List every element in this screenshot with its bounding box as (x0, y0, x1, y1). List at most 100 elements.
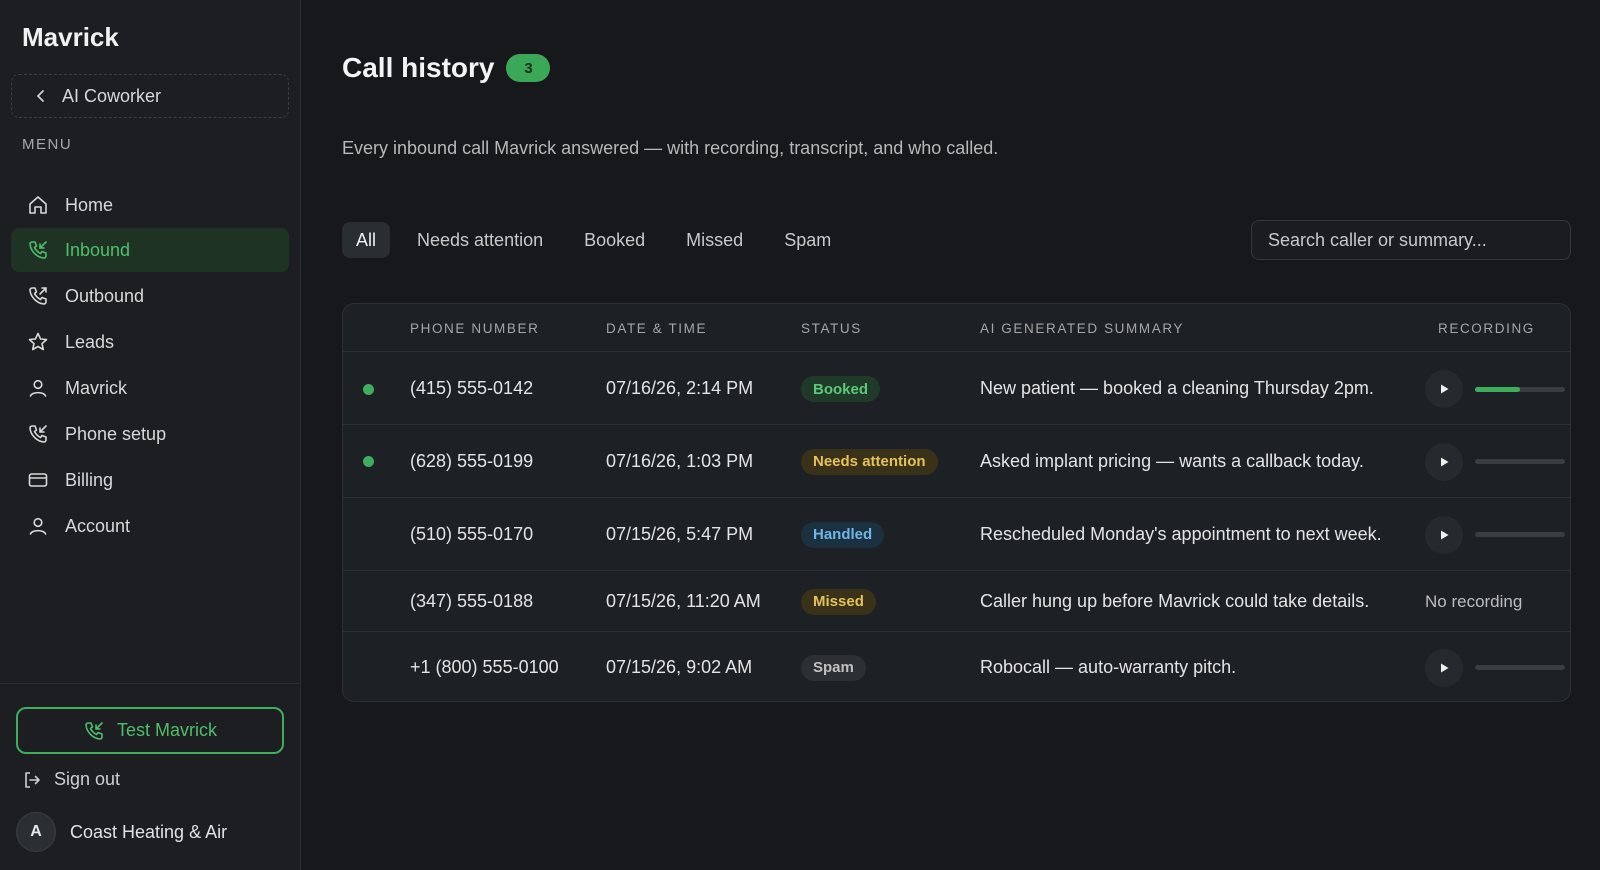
sidebar-item-inbound[interactable]: Inbound (11, 228, 289, 272)
table-row[interactable]: (628) 555-0199 07/16/26, 1:03 PM Needs att… (343, 425, 1570, 498)
call-datetime: 07/16/26, 1:03 PM (606, 450, 754, 471)
sidebar-item-label: Billing (65, 469, 114, 490)
brand-logo: Mavrick (22, 22, 119, 52)
phone-number: (510) 555-0170 (410, 523, 534, 544)
play-button[interactable] (1425, 515, 1463, 554)
page-title: Call history (342, 52, 495, 83)
tab-all[interactable]: All (342, 222, 391, 258)
sidebar-item-label: Account (65, 515, 131, 536)
test-mavrick-label: Test Mavrick (116, 720, 217, 740)
search-input[interactable] (1251, 220, 1571, 260)
sidebar-item-leads[interactable]: Leads (11, 320, 289, 364)
sidebar-item-label: Phone setup (65, 423, 167, 444)
play-button[interactable] (1425, 442, 1463, 481)
account-icon (29, 517, 47, 535)
ai-summary: New patient — booked a cleaning Thursday… (980, 378, 1374, 398)
sign-out-label: Sign out (54, 769, 121, 789)
recording-progress-bar[interactable] (1475, 459, 1565, 464)
phone-icon (85, 721, 103, 740)
sidebar-item-label: Outbound (65, 285, 145, 306)
sidebar-item-label: Inbound (65, 239, 131, 260)
recording-progress-fill (1475, 386, 1520, 392)
no-recording-label: No recording (1425, 591, 1523, 611)
tab-needs-attention[interactable]: Needs attention (403, 222, 557, 258)
sidebar-item-label: Mavrick (65, 377, 127, 398)
phone-outgoing-icon (29, 287, 47, 305)
phone-incoming-icon (29, 241, 47, 259)
count-badge: 3 (506, 54, 551, 82)
avatar: A (16, 812, 56, 852)
ai-summary: Rescheduled Monday's appointment to next… (980, 523, 1382, 544)
status-badge: Spam (801, 654, 866, 681)
sign-out-button[interactable]: Sign out (22, 769, 120, 790)
ai-summary: Caller hung up before Mavrick could take… (980, 590, 1370, 611)
account-switcher[interactable]: A Coast Heating & Air (16, 812, 227, 852)
sidebar-item-billing[interactable]: Billing (11, 458, 289, 502)
unread-indicator (363, 456, 374, 467)
phone-number: (347) 555-0188 (410, 590, 534, 611)
sidebar: Mavrick AI Coworker MENU Home Inbound Ou… (0, 0, 301, 870)
tab-missed[interactable]: Missed (672, 222, 757, 258)
recording-progress-bar[interactable] (1475, 665, 1565, 670)
phone-number: (628) 555-0199 (410, 450, 534, 471)
title-row: Call history 3 (342, 52, 551, 84)
phone-setup-icon (29, 425, 47, 443)
filter-tabs: All Needs attention Booked Missed Spam (342, 222, 858, 258)
sidebar-item-home[interactable]: Home (11, 183, 289, 227)
play-icon (1441, 457, 1449, 466)
credit-card-icon (28, 473, 48, 487)
back-to-ai-coworker-button[interactable]: AI Coworker (11, 74, 289, 118)
column-header-status: STATUS (801, 321, 862, 336)
main-content: Call history 3 Every inbound call Mavric… (302, 0, 1600, 870)
home-icon (29, 196, 47, 214)
call-datetime: 07/15/26, 5:47 PM (606, 523, 754, 544)
status-badge: Missed (801, 588, 876, 615)
call-history-table: PHONE NUMBER DATE & TIME STATUS AI GENER… (342, 303, 1571, 702)
call-datetime: 07/15/26, 11:20 AM (606, 590, 761, 611)
status-badge: Needs attention (801, 448, 938, 475)
column-header-phone: PHONE NUMBER (410, 321, 540, 336)
column-header-datetime: DATE & TIME (606, 321, 708, 336)
sidebar-item-phone-setup[interactable]: Phone setup (11, 412, 289, 456)
back-button-label: AI Coworker (62, 85, 162, 106)
sidebar-item-label: Leads (65, 331, 115, 352)
table-row[interactable]: (415) 555-0142 07/16/26, 2:14 PM Booked New… (343, 353, 1570, 425)
column-header-recording: RECORDING (1438, 321, 1535, 336)
sidebar-item-mavrick[interactable]: Mavrick (11, 366, 289, 410)
test-mavrick-button[interactable]: Test Mavrick (16, 707, 284, 754)
table-header: PHONE NUMBER DATE & TIME STATUS AI GENER… (343, 304, 1570, 352)
ai-summary: Asked implant pricing — wants a callback… (980, 450, 1364, 471)
chevron-left-icon (37, 90, 44, 102)
sidebar-item-account[interactable]: Account (11, 504, 289, 548)
status-badge: Handled (801, 521, 885, 548)
unread-indicator (363, 383, 374, 395)
tab-booked[interactable]: Booked (570, 222, 659, 258)
account-name: Coast Heating & Air (70, 821, 228, 842)
recording-progress-bar[interactable] (1475, 532, 1565, 537)
phone-number: +1 (800) 555-0100 (410, 656, 559, 677)
star-icon (28, 332, 48, 351)
page-subtitle: Every inbound call Mavrick answered — wi… (342, 138, 999, 158)
phone-number: (415) 555-0142 (410, 378, 534, 398)
play-button[interactable] (1425, 648, 1463, 687)
sign-out-icon (25, 771, 40, 788)
sidebar-item-outbound[interactable]: Outbound (11, 274, 289, 318)
recording-progress-bar[interactable] (1475, 386, 1565, 392)
tab-spam[interactable]: Spam (770, 222, 845, 258)
ai-summary: Robocall — auto-warranty pitch. (980, 656, 1237, 677)
play-icon (1441, 384, 1449, 394)
call-datetime: 07/16/26, 2:14 PM (606, 378, 754, 398)
menu-section-label: MENU (22, 136, 73, 153)
user-icon (29, 379, 47, 397)
table-row[interactable]: (347) 555-0188 07/15/26, 11:20 AM Missed Ca… (343, 571, 1570, 632)
sidebar-divider (0, 683, 301, 684)
column-header-summary: AI GENERATED SUMMARY (980, 321, 1185, 336)
status-badge: Booked (801, 376, 881, 402)
play-button[interactable] (1425, 370, 1463, 408)
call-datetime: 07/15/26, 9:02 AM (606, 656, 753, 677)
table-row[interactable]: (510) 555-0170 07/15/26, 5:47 PM Handled Re… (343, 498, 1570, 571)
play-icon (1441, 663, 1449, 672)
table-row[interactable]: +1 (800) 555-0100 07/15/26, 9:02 AM Spam Ro… (343, 632, 1570, 701)
play-icon (1441, 530, 1449, 539)
sidebar-item-label: Home (65, 194, 114, 215)
